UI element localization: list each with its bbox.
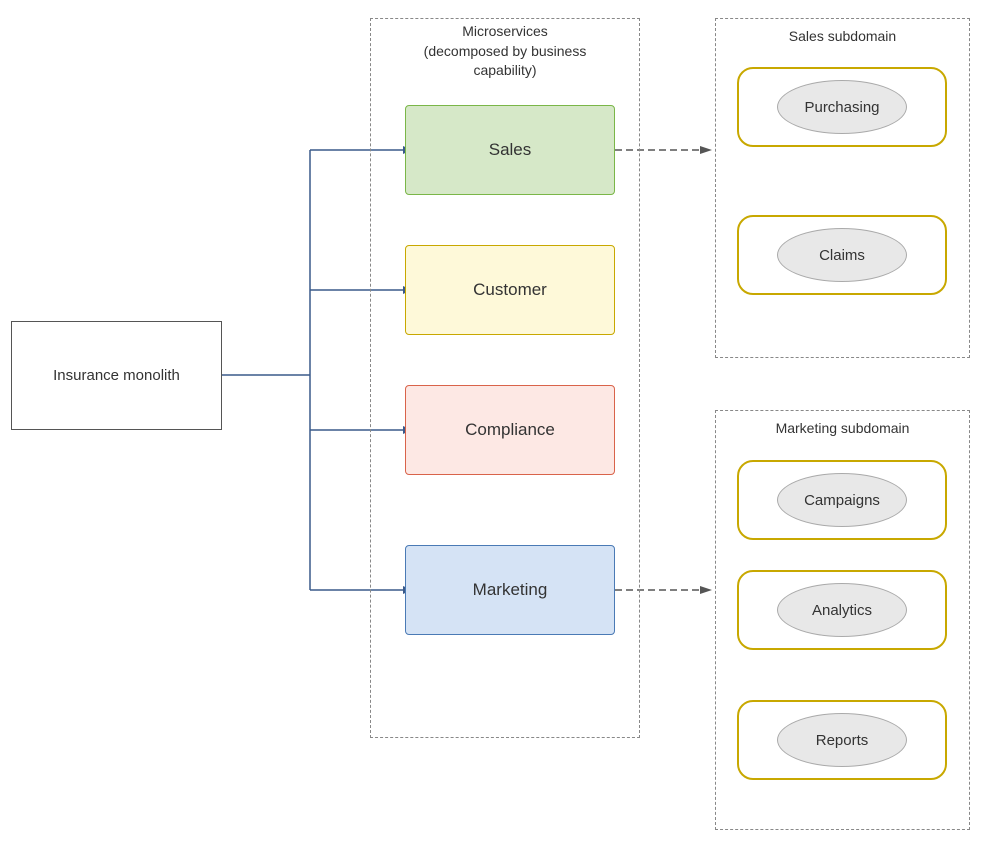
service-box-compliance: Compliance: [405, 385, 615, 475]
marketing-subdomain-title: Marketing subdomain: [715, 420, 970, 436]
microservices-title-line3: capability): [473, 62, 536, 78]
subdomain-item-claims: Claims: [737, 215, 947, 295]
subdomain-oval-reports: Reports: [777, 713, 907, 767]
monolith-box: Insurance monolith: [11, 321, 222, 430]
service-label-customer: Customer: [473, 280, 547, 300]
subdomain-label-claims: Claims: [819, 247, 865, 264]
subdomain-label-reports: Reports: [816, 732, 869, 749]
subdomain-oval-claims: Claims: [777, 228, 907, 282]
subdomain-item-analytics: Analytics: [737, 570, 947, 650]
microservices-title: Microservices (decomposed by business ca…: [370, 22, 640, 81]
service-label-marketing: Marketing: [473, 580, 548, 600]
subdomain-oval-analytics: Analytics: [777, 583, 907, 637]
subdomain-item-purchasing: Purchasing: [737, 67, 947, 147]
service-box-sales: Sales: [405, 105, 615, 195]
diagram: Insurance monolith Microservices (decomp…: [0, 0, 988, 845]
service-label-sales: Sales: [489, 140, 532, 160]
microservices-title-line2: (decomposed by business: [424, 43, 587, 59]
monolith-label: Insurance monolith: [53, 367, 180, 384]
subdomain-label-purchasing: Purchasing: [804, 99, 879, 116]
subdomain-label-analytics: Analytics: [812, 602, 872, 619]
subdomain-label-campaigns: Campaigns: [804, 492, 880, 509]
subdomain-oval-campaigns: Campaigns: [777, 473, 907, 527]
service-box-customer: Customer: [405, 245, 615, 335]
subdomain-oval-purchasing: Purchasing: [777, 80, 907, 134]
service-box-marketing: Marketing: [405, 545, 615, 635]
subdomain-item-campaigns: Campaigns: [737, 460, 947, 540]
sales-subdomain-title: Sales subdomain: [715, 28, 970, 44]
subdomain-item-reports: Reports: [737, 700, 947, 780]
service-label-compliance: Compliance: [465, 420, 555, 440]
microservices-title-line1: Microservices: [462, 23, 548, 39]
